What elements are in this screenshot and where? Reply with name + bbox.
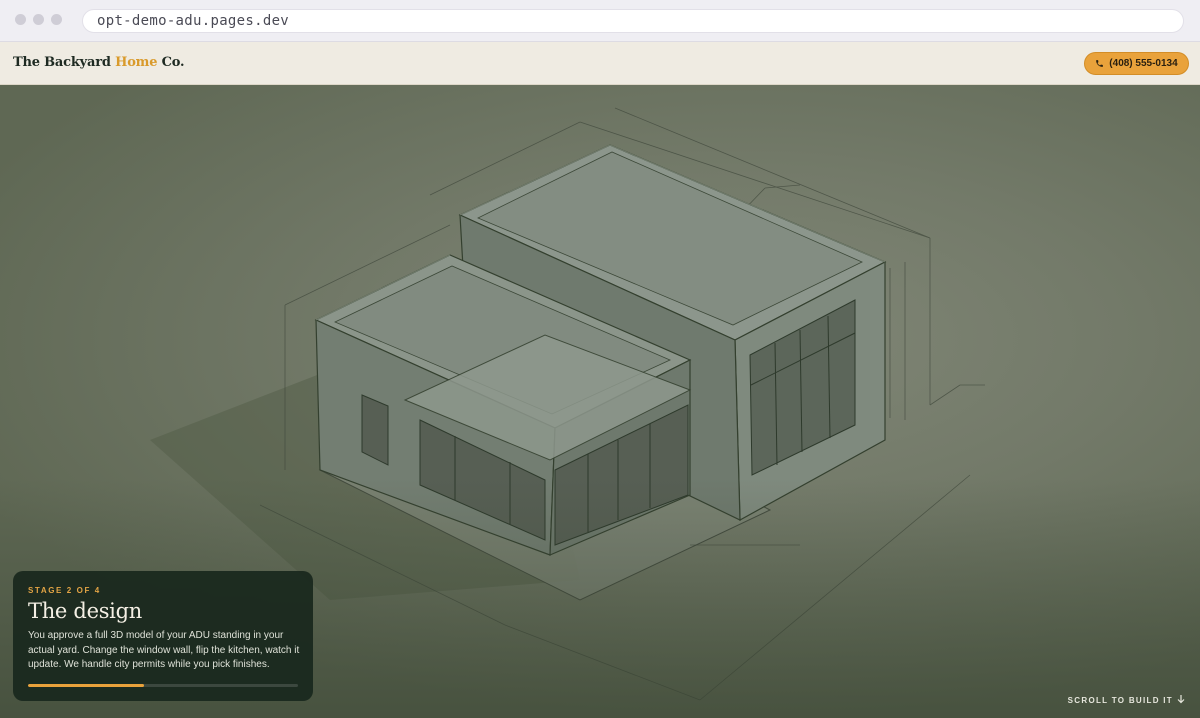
address-bar[interactable]: opt-demo-adu.pages.dev — [82, 9, 1184, 33]
window-minimize-dot[interactable] — [33, 14, 44, 25]
scroll-hint[interactable]: SCROLL TO BUILD IT — [1068, 695, 1185, 706]
brand-accent: Home — [115, 55, 158, 70]
stage-progress-bar — [28, 684, 298, 687]
phone-icon — [1095, 59, 1104, 68]
stage-card: STAGE 2 OF 4 The design You approve a fu… — [13, 571, 313, 701]
brand-prefix: The Backyard — [13, 55, 116, 70]
site-header: The Backyard Home Co. (408) 555-0134 — [0, 42, 1200, 85]
arrow-down-icon — [1177, 695, 1185, 706]
browser-chrome: opt-demo-adu.pages.dev — [0, 0, 1200, 42]
brand-logo[interactable]: The Backyard Home Co. — [13, 55, 185, 70]
stage-counter: STAGE 2 OF 4 — [28, 586, 101, 595]
stage-title: The design — [28, 599, 142, 623]
scroll-hint-label: SCROLL TO BUILD IT — [1067, 696, 1173, 705]
brand-suffix: Co. — [157, 55, 185, 70]
window-close-dot[interactable] — [15, 14, 26, 25]
phone-number: (408) 555-0134 — [1109, 58, 1178, 69]
window-zoom-dot[interactable] — [51, 14, 62, 25]
stage-progress-fill — [28, 684, 145, 687]
stage-description: You approve a full 3D model of your ADU … — [28, 630, 300, 670]
phone-button[interactable]: (408) 555-0134 — [1084, 52, 1189, 75]
